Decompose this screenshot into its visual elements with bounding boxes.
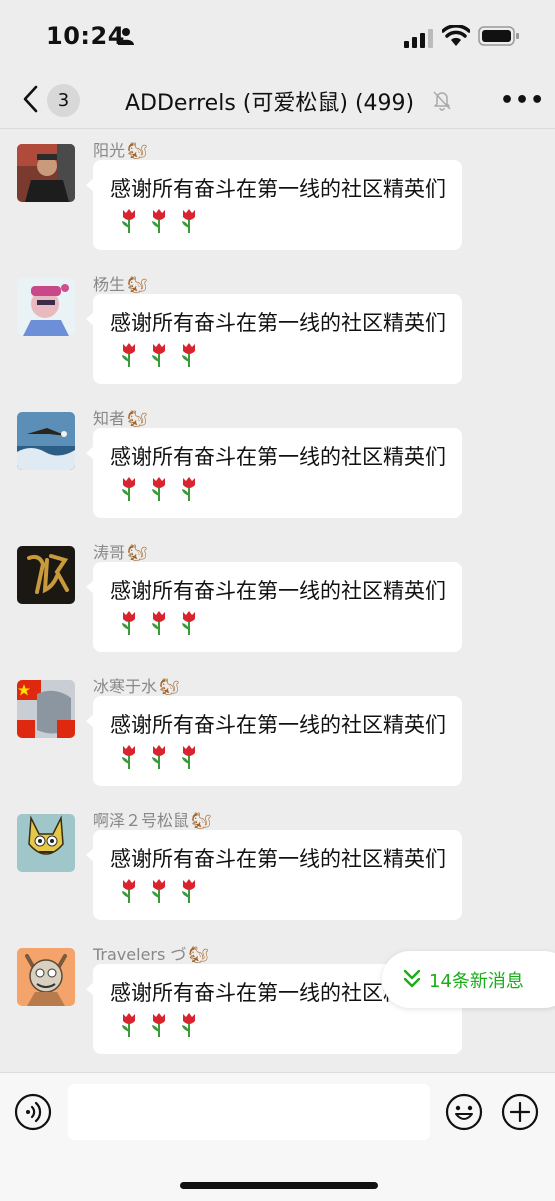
muted-bell-icon [433,91,451,111]
sender-name: 涛哥 🐿 [93,539,147,563]
new-messages-button[interactable]: 14条新消息 [382,951,555,1008]
squirrel-icon: 🐿 [159,677,180,696]
message-bubble[interactable]: 感谢所有奋斗在第一线的社区精英们 [86,294,462,384]
message-row: 阳光 🐿 感谢所有奋斗在第一线的社区精英们 [0,134,555,254]
sender-name-text: 啊泽２号松鼠 [93,811,190,830]
rose-icon [152,1013,165,1037]
new-messages-label: 14条新消息 [429,971,524,992]
message-text-wrap: 感谢所有奋斗在第一线的社区精英们 [110,441,452,505]
rose-icon [122,879,135,903]
squirrel-icon: 🐿 [127,275,148,294]
squirrel-icon: 🐿 [127,543,148,562]
battery-icon [478,26,519,46]
rose-icon [182,477,195,501]
rose-icon [182,343,195,367]
back-chevron-icon[interactable] [20,84,42,114]
rose-icon [122,477,135,501]
avatar[interactable] [17,144,75,202]
rose-icon [122,611,135,635]
message-row: 冰寒于水 🐿 感谢所有奋斗在第一线的社区精英们 [0,670,555,790]
sender-name-text: 冰寒于水 [93,677,158,696]
squirrel-icon: 🐿 [127,141,148,160]
message-text: 感谢所有奋斗在第一线的社区精英们 [110,311,446,335]
voice-input-icon[interactable] [14,1093,52,1131]
person-icon [118,28,134,45]
status-time: 10:24 [46,22,125,50]
avatar[interactable] [17,814,75,872]
chat-title: ADDerrels (可爱松鼠) (499) [125,91,415,116]
more-options-button[interactable]: ••• [500,88,545,113]
message-list[interactable]: 阳光 🐿 感谢所有奋斗在第一线的社区精英们 杨生 🐿 感谢所有奋斗在第一线的社区精英… [0,129,555,1072]
message-bubble[interactable]: 感谢所有奋斗在第一线的社区精英们 [86,830,462,920]
home-indicator[interactable] [180,1182,378,1189]
rose-icon [182,745,195,769]
input-bar [0,1072,555,1201]
emoji-icon[interactable] [445,1093,483,1131]
avatar[interactable] [17,412,75,470]
sender-name: 知者 🐿 [93,405,147,429]
rose-icon [182,209,195,233]
unread-count-badge[interactable]: 3 [47,84,80,117]
sender-name-text: 知者 [93,409,126,428]
sender-name: 啊泽２号松鼠 🐿 [93,807,211,831]
message-row: 啊泽２号松鼠 🐿 感谢所有奋斗在第一线的社区精英们 [0,804,555,924]
rose-icon [152,745,165,769]
sender-name-text: 阳光 [93,141,126,160]
squirrel-icon: 🐿 [191,811,212,830]
avatar[interactable] [17,680,75,738]
rose-icon [152,343,165,367]
rose-icon [152,611,165,635]
message-row: 杨生 🐿 感谢所有奋斗在第一线的社区精英们 [0,268,555,388]
rose-icon [122,745,135,769]
wifi-icon [442,25,470,46]
sender-name-text: 涛哥 [93,543,126,562]
rose-icon [152,477,165,501]
message-input[interactable] [68,1084,430,1140]
sender-name: Travelers づ 🐿 [93,941,209,965]
rose-icon [152,879,165,903]
message-text-wrap: 感谢所有奋斗在第一线的社区精英们 [110,575,452,639]
squirrel-icon: 🐿 [188,945,209,964]
sender-name-text: 杨生 [93,275,126,294]
avatar[interactable] [17,948,75,1006]
message-row: 涛哥 🐿 感谢所有奋斗在第一线的社区精英们 [0,536,555,656]
message-text: 感谢所有奋斗在第一线的社区精英们 [110,445,446,469]
avatar[interactable] [17,278,75,336]
rose-icon [122,343,135,367]
message-row: 知者 🐿 感谢所有奋斗在第一线的社区精英们 [0,402,555,522]
rose-icon [182,611,195,635]
message-text-wrap: 感谢所有奋斗在第一线的社区精英们 [110,709,452,773]
sender-name-text: Travelers づ [93,945,187,964]
rose-icon [122,1013,135,1037]
message-text: 感谢所有奋斗在第一线的社区精英们 [110,177,446,201]
message-bubble[interactable]: 感谢所有奋斗在第一线的社区精英们 [86,696,462,786]
message-text-wrap: 感谢所有奋斗在第一线的社区精英们 [110,843,452,907]
sender-name: 杨生 🐿 [93,271,147,295]
sender-name: 阳光 🐿 [93,137,147,161]
message-text: 感谢所有奋斗在第一线的社区精英们 [110,713,446,737]
message-bubble[interactable]: 感谢所有奋斗在第一线的社区精英们 [86,562,462,652]
rose-icon [122,209,135,233]
status-bar: 10:24 [0,0,555,72]
sender-name: 冰寒于水 🐿 [93,673,179,697]
plus-icon[interactable] [501,1093,539,1131]
message-text: 感谢所有奋斗在第一线的社区精英们 [110,579,446,603]
rose-icon [152,209,165,233]
message-text-wrap: 感谢所有奋斗在第一线的社区精英们 [110,307,452,371]
message-bubble[interactable]: 感谢所有奋斗在第一线的社区精英们 [86,160,462,250]
message-bubble[interactable]: 感谢所有奋斗在第一线的社区精英们 [86,428,462,518]
rose-icon [182,1013,195,1037]
squirrel-icon: 🐿 [127,409,148,428]
rose-icon [182,879,195,903]
cellular-signal-icon [404,29,433,48]
message-text-wrap: 感谢所有奋斗在第一线的社区精英们 [110,173,452,237]
message-text: 感谢所有奋斗在第一线的社区精英们 [110,847,446,871]
chat-header: 3 ADDerrels (可爱松鼠) (499) ••• [0,72,555,129]
avatar[interactable] [17,546,75,604]
double-chevron-down-icon [403,969,421,988]
